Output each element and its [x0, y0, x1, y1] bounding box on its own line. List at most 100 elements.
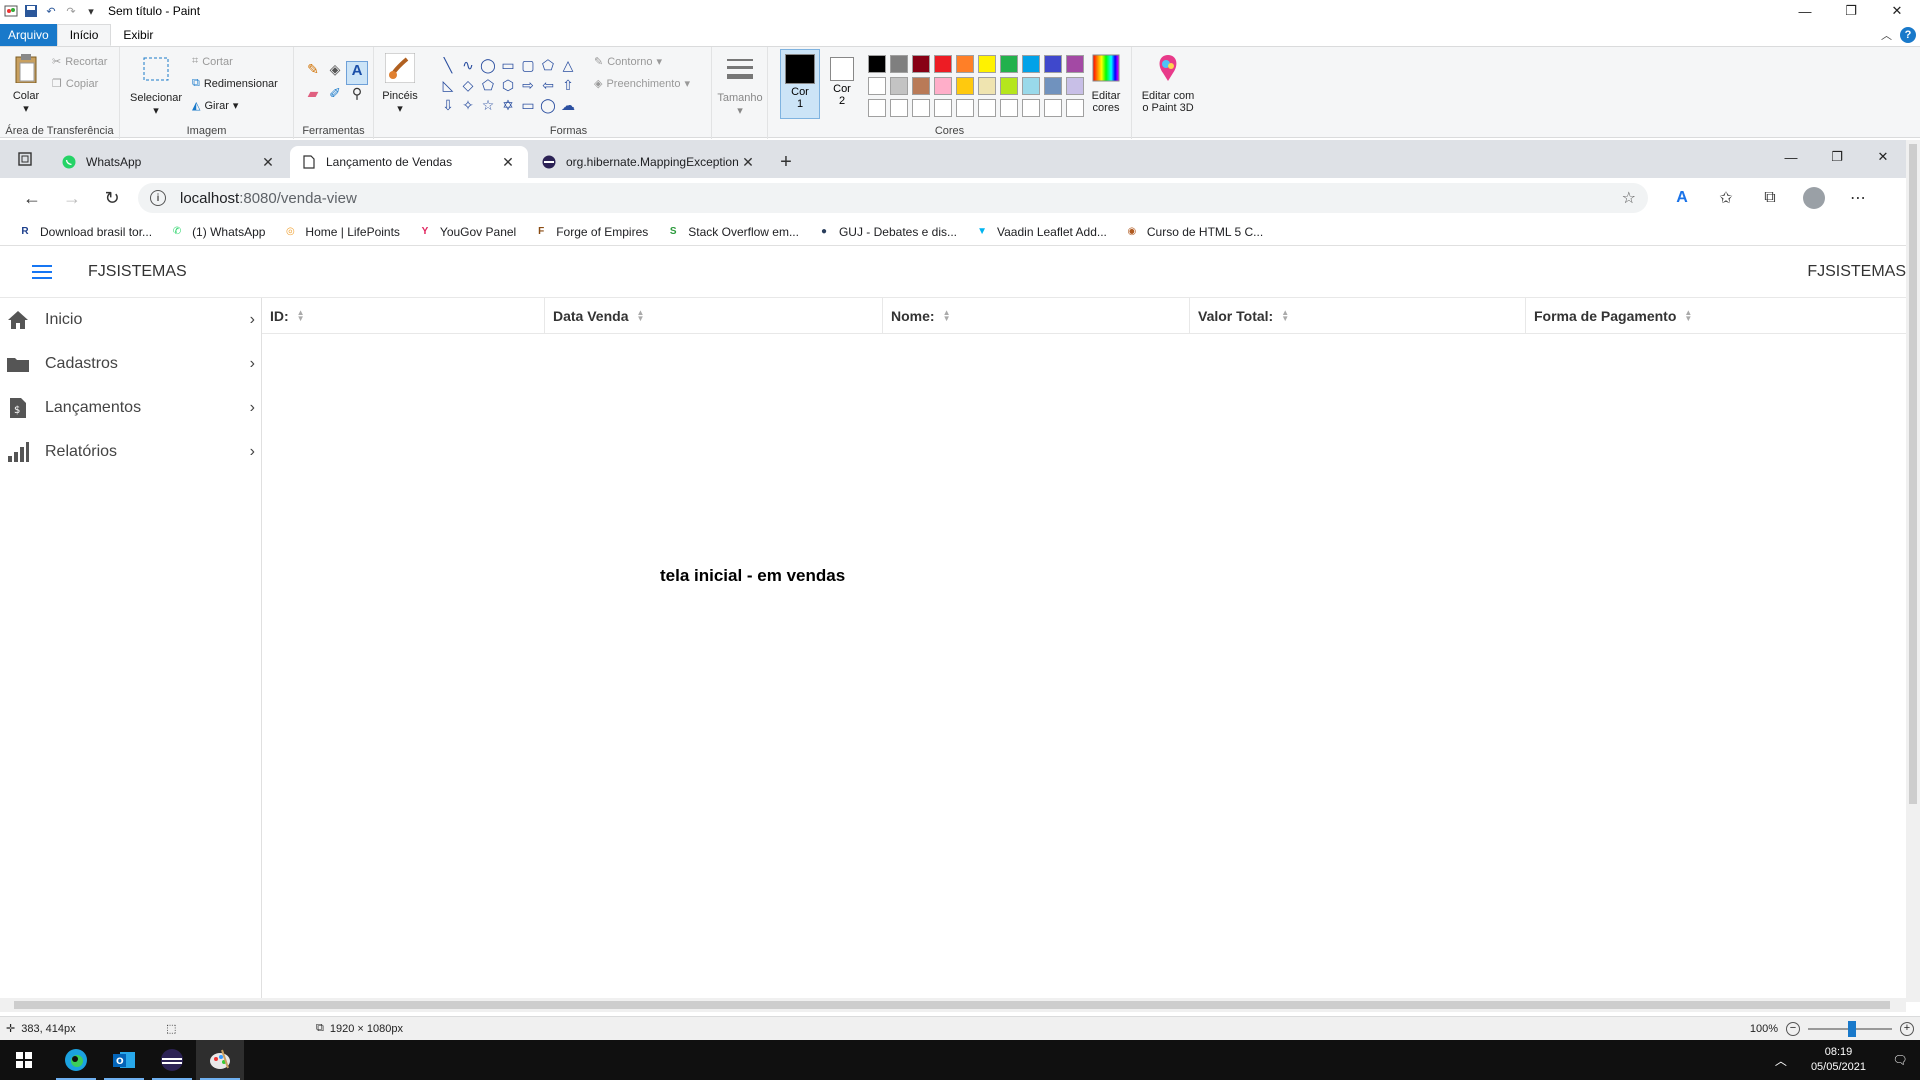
sidebar-item-inicio[interactable]: Inicio › — [0, 298, 261, 342]
color-swatch[interactable] — [1044, 99, 1062, 117]
magnifier-icon[interactable]: ⚲ — [346, 85, 368, 109]
brushes-button[interactable]: Pincéis ▾ — [378, 52, 422, 115]
size-button[interactable]: Tamanho ▾ — [716, 55, 764, 117]
text-tool-icon[interactable]: A — [346, 61, 368, 85]
color-swatch[interactable] — [1044, 77, 1062, 95]
start-button[interactable] — [0, 1040, 48, 1080]
color-swatch[interactable] — [912, 99, 930, 117]
favorites-icon[interactable]: ✩ — [1712, 184, 1740, 212]
color-swatch[interactable] — [1066, 77, 1084, 95]
restore-button[interactable]: ❐ — [1828, 0, 1874, 22]
taskbar-edge[interactable] — [52, 1040, 100, 1080]
color-swatch[interactable] — [1044, 55, 1062, 73]
edit-paint3d-button[interactable]: Editar com o Paint 3D — [1136, 53, 1200, 114]
save-icon[interactable] — [24, 4, 38, 18]
color-picker-icon[interactable]: ✐ — [324, 85, 346, 109]
color-swatch[interactable] — [978, 55, 996, 73]
right-arrow-shape-icon[interactable]: ⇨ — [518, 75, 538, 95]
taskbar-paint[interactable] — [196, 1040, 244, 1080]
paste-button[interactable]: Colar ▾ — [6, 53, 46, 115]
polygon-shape-icon[interactable]: ⬠ — [538, 55, 558, 75]
undo-icon[interactable]: ↶ — [44, 4, 58, 18]
color-swatch[interactable] — [1000, 99, 1018, 117]
bookmark-item[interactable]: ◉ Curso de HTML 5 C... — [1125, 225, 1264, 239]
left-arrow-shape-icon[interactable]: ⇦ — [538, 75, 558, 95]
clock[interactable]: 08:19 05/05/2021 — [1811, 1045, 1866, 1075]
tray-expand-icon[interactable]: ︿ — [1765, 1052, 1797, 1069]
browser-minimize-button[interactable]: — — [1768, 140, 1814, 174]
pentagon-shape-icon[interactable]: ⬠ — [478, 75, 498, 95]
column-header-id[interactable]: ID: ▲ ▼ — [262, 298, 545, 333]
color-swatch[interactable] — [868, 55, 886, 73]
oval-shape-icon[interactable]: ◯ — [478, 55, 498, 75]
sidebar-item-cadastros[interactable]: Cadastros › — [0, 342, 261, 386]
vertical-scrollbar[interactable] — [1906, 140, 1920, 1002]
browser-tab-vendas[interactable]: Lançamento de Vendas ✕ — [290, 146, 528, 178]
tab-close-icon[interactable]: ✕ — [500, 154, 516, 171]
new-tab-button[interactable]: + — [770, 146, 802, 178]
tab-view[interactable]: Exibir — [111, 24, 165, 46]
column-header-nome[interactable]: Nome: ▲ ▼ — [883, 298, 1190, 333]
profile-button[interactable] — [1800, 184, 1828, 212]
add-favorite-icon[interactable]: ☆ — [1622, 188, 1636, 208]
color-swatch[interactable] — [934, 77, 952, 95]
browser-close-button[interactable]: ✕ — [1860, 140, 1906, 174]
reload-button[interactable]: ↻ — [92, 182, 132, 214]
bookmark-item[interactable]: S Stack Overflow em... — [666, 225, 799, 239]
color-swatch[interactable] — [1022, 55, 1040, 73]
line-shape-icon[interactable]: ╲ — [438, 55, 458, 75]
minimize-button[interactable]: — — [1782, 0, 1828, 22]
rect-callout-shape-icon[interactable]: ▭ — [518, 95, 538, 115]
color2-button[interactable]: Cor 2 — [822, 49, 862, 119]
site-info-icon[interactable]: i — [150, 190, 166, 206]
browser-tab-whatsapp[interactable]: WhatsApp ✕ — [50, 146, 288, 178]
column-header-forma-pagamento[interactable]: Forma de Pagamento ▲ ▼ — [1526, 298, 1906, 333]
down-arrow-shape-icon[interactable]: ⇩ — [438, 95, 458, 115]
bookmark-item[interactable]: ◎ Home | LifePoints — [283, 225, 400, 239]
color-swatch[interactable] — [1000, 55, 1018, 73]
color-swatch[interactable] — [956, 77, 974, 95]
color-swatch[interactable] — [868, 99, 886, 117]
color-swatch[interactable] — [1022, 99, 1040, 117]
color-swatch[interactable] — [868, 77, 886, 95]
color-swatch[interactable] — [978, 77, 996, 95]
zoom-slider[interactable] — [1808, 1020, 1892, 1037]
five-point-star-shape-icon[interactable]: ☆ — [478, 95, 498, 115]
horizontal-scroll-thumb[interactable] — [14, 1001, 1890, 1009]
color-swatch[interactable] — [934, 99, 952, 117]
tab-close-icon[interactable]: ✕ — [740, 154, 756, 171]
zoom-in-button[interactable]: + — [1900, 1021, 1914, 1036]
eraser-icon[interactable]: ▰ — [302, 85, 324, 109]
resize-button[interactable]: ⧉ Redimensionar — [192, 77, 278, 90]
six-point-star-shape-icon[interactable]: ✡ — [498, 95, 518, 115]
color-swatch[interactable] — [890, 55, 908, 73]
bookmark-item[interactable]: Y YouGov Panel — [418, 225, 517, 239]
color-swatch[interactable] — [890, 77, 908, 95]
color1-button[interactable]: Cor 1 — [780, 49, 820, 119]
color-swatch[interactable] — [1066, 55, 1084, 73]
sort-icon[interactable]: ▲ ▼ — [636, 308, 644, 322]
outline-button[interactable]: ✎ Contorno ▾ — [594, 55, 662, 69]
edit-colors-button[interactable]: Editar cores — [1084, 53, 1128, 114]
diamond-shape-icon[interactable]: ◇ — [458, 75, 478, 95]
translate-icon[interactable]: A — [1668, 184, 1696, 212]
curve-shape-icon[interactable]: ∿ — [458, 55, 478, 75]
tab-home[interactable]: Início — [56, 24, 112, 46]
color-swatch[interactable] — [1000, 77, 1018, 95]
rounded-rectangle-shape-icon[interactable]: ▢ — [518, 55, 538, 75]
customize-qa-icon[interactable]: ▾ — [84, 4, 98, 18]
sort-icon[interactable]: ▲ ▼ — [943, 308, 951, 322]
browser-restore-button[interactable]: ❐ — [1814, 140, 1860, 174]
triangle-shape-icon[interactable]: △ — [558, 55, 578, 75]
sidebar-item-lancamentos[interactable]: $ Lançamentos › — [0, 386, 261, 430]
color-swatch[interactable] — [890, 99, 908, 117]
menu-toggle-icon[interactable] — [32, 264, 52, 279]
taskbar-outlook[interactable]: O — [100, 1040, 148, 1080]
color-swatch[interactable] — [1022, 77, 1040, 95]
cut-button[interactable]: ✂ Recortar — [52, 55, 107, 69]
up-arrow-shape-icon[interactable]: ⇧ — [558, 75, 578, 95]
cloud-callout-shape-icon[interactable]: ☁ — [558, 95, 578, 115]
pencil-icon[interactable]: ✎ — [302, 61, 324, 85]
more-menu-icon[interactable]: ⋯ — [1844, 184, 1872, 212]
collapse-ribbon-icon[interactable]: ︿ — [1881, 27, 1892, 43]
